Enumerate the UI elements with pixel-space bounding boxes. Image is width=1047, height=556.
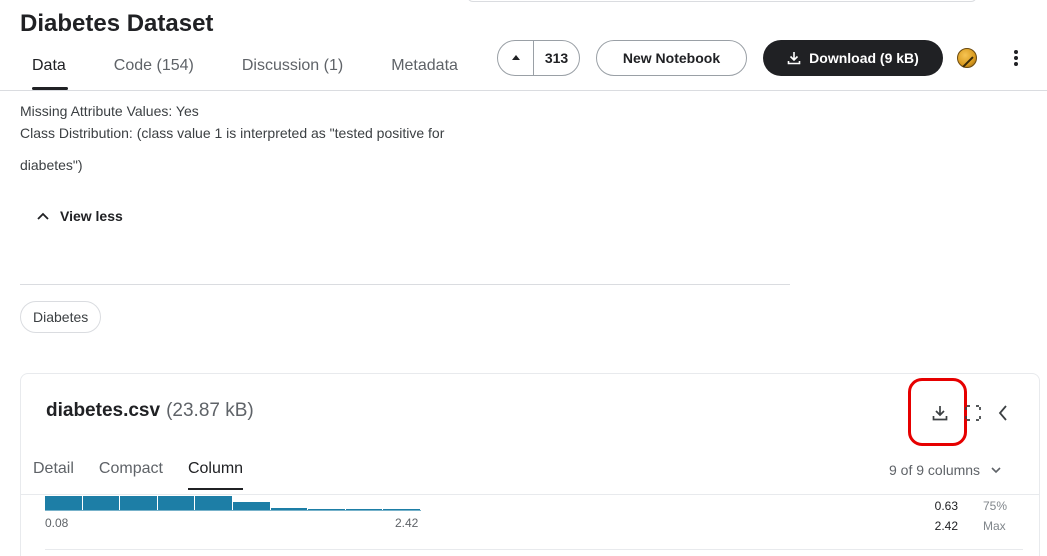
histogram-bar	[120, 496, 158, 510]
tab-discussion[interactable]: Discussion (1)	[230, 54, 355, 90]
histogram-bar	[308, 508, 346, 510]
search-bar-edge	[467, 0, 977, 2]
description-line: diabetes")	[20, 157, 83, 173]
download-icon	[932, 406, 948, 421]
histogram-bar	[270, 508, 309, 510]
download-dataset-button[interactable]: Download (9 kB)	[763, 40, 943, 76]
histogram-bar	[383, 508, 421, 510]
histogram-bar	[45, 496, 83, 510]
tab-code[interactable]: Code (154)	[102, 54, 206, 90]
tab-data[interactable]: Data	[20, 54, 78, 90]
file-view-tabs: Detail Compact Column	[33, 460, 268, 490]
caret-up-icon	[511, 55, 520, 60]
subtab-detail[interactable]: Detail	[33, 460, 74, 490]
histogram-max-label: 2.42	[395, 516, 419, 530]
stat-label: Max	[983, 519, 1006, 533]
file-size: (23.87 kB)	[166, 400, 254, 421]
chevron-left-icon	[998, 405, 1007, 421]
histogram-min-label: 0.08	[45, 516, 69, 530]
histogram-baseline	[45, 510, 421, 511]
header-divider	[0, 90, 1047, 91]
description-line: Missing Attribute Values: Yes	[20, 103, 199, 119]
stat-value: 2.42	[934, 519, 958, 533]
histogram-bar	[82, 496, 121, 510]
columns-selector-label: 9 of 9 columns	[889, 462, 981, 478]
description-line: Class Distribution: (class value 1 is in…	[20, 125, 445, 141]
new-notebook-button[interactable]: New Notebook	[596, 40, 747, 76]
file-preview-card: diabetes.csv (23.87 kB) Detail Compact Co…	[20, 373, 1040, 556]
vote-count: 313	[544, 50, 569, 66]
page-title: Diabetes Dataset	[20, 10, 214, 37]
subtabs-divider	[21, 494, 1039, 495]
section-divider	[20, 284, 790, 285]
histogram-bar	[195, 496, 233, 510]
upvote-control: 313	[497, 40, 580, 76]
fullscreen-icon	[965, 405, 981, 421]
collapse-panel-button[interactable]	[992, 401, 1014, 425]
row-divider	[45, 549, 1023, 550]
view-less-button[interactable]: View less	[36, 208, 123, 224]
download-icon	[787, 52, 801, 65]
download-file-button[interactable]	[928, 401, 952, 425]
histogram-bar	[345, 508, 384, 510]
download-label: Download (9 kB)	[809, 50, 919, 66]
subtab-compact[interactable]: Compact	[99, 460, 163, 490]
expand-icon[interactable]	[962, 402, 984, 424]
tab-metadata[interactable]: Metadata	[379, 54, 470, 90]
file-header: diabetes.csv (23.87 kB)	[46, 400, 254, 422]
more-options-icon[interactable]	[1006, 47, 1026, 69]
file-name: diabetes.csv	[46, 400, 161, 421]
histogram-bar	[233, 502, 271, 510]
tag-chip-diabetes[interactable]: Diabetes	[20, 301, 102, 333]
subtab-column[interactable]: Column	[187, 460, 244, 490]
chevron-up-icon	[37, 212, 49, 220]
view-less-label: View less	[60, 208, 123, 224]
medal-icon	[957, 48, 977, 68]
column-histogram	[45, 496, 421, 511]
upvote-button[interactable]	[498, 41, 534, 75]
histogram-bar	[157, 496, 196, 510]
stat-label: 75%	[983, 499, 1008, 513]
stat-value: 0.63	[934, 499, 958, 513]
columns-selector[interactable]: 9 of 9 columns	[889, 462, 1002, 478]
dataset-tabs: Data Code (154) Discussion (1) Metadata	[20, 54, 494, 90]
chevron-down-icon	[991, 467, 1001, 474]
